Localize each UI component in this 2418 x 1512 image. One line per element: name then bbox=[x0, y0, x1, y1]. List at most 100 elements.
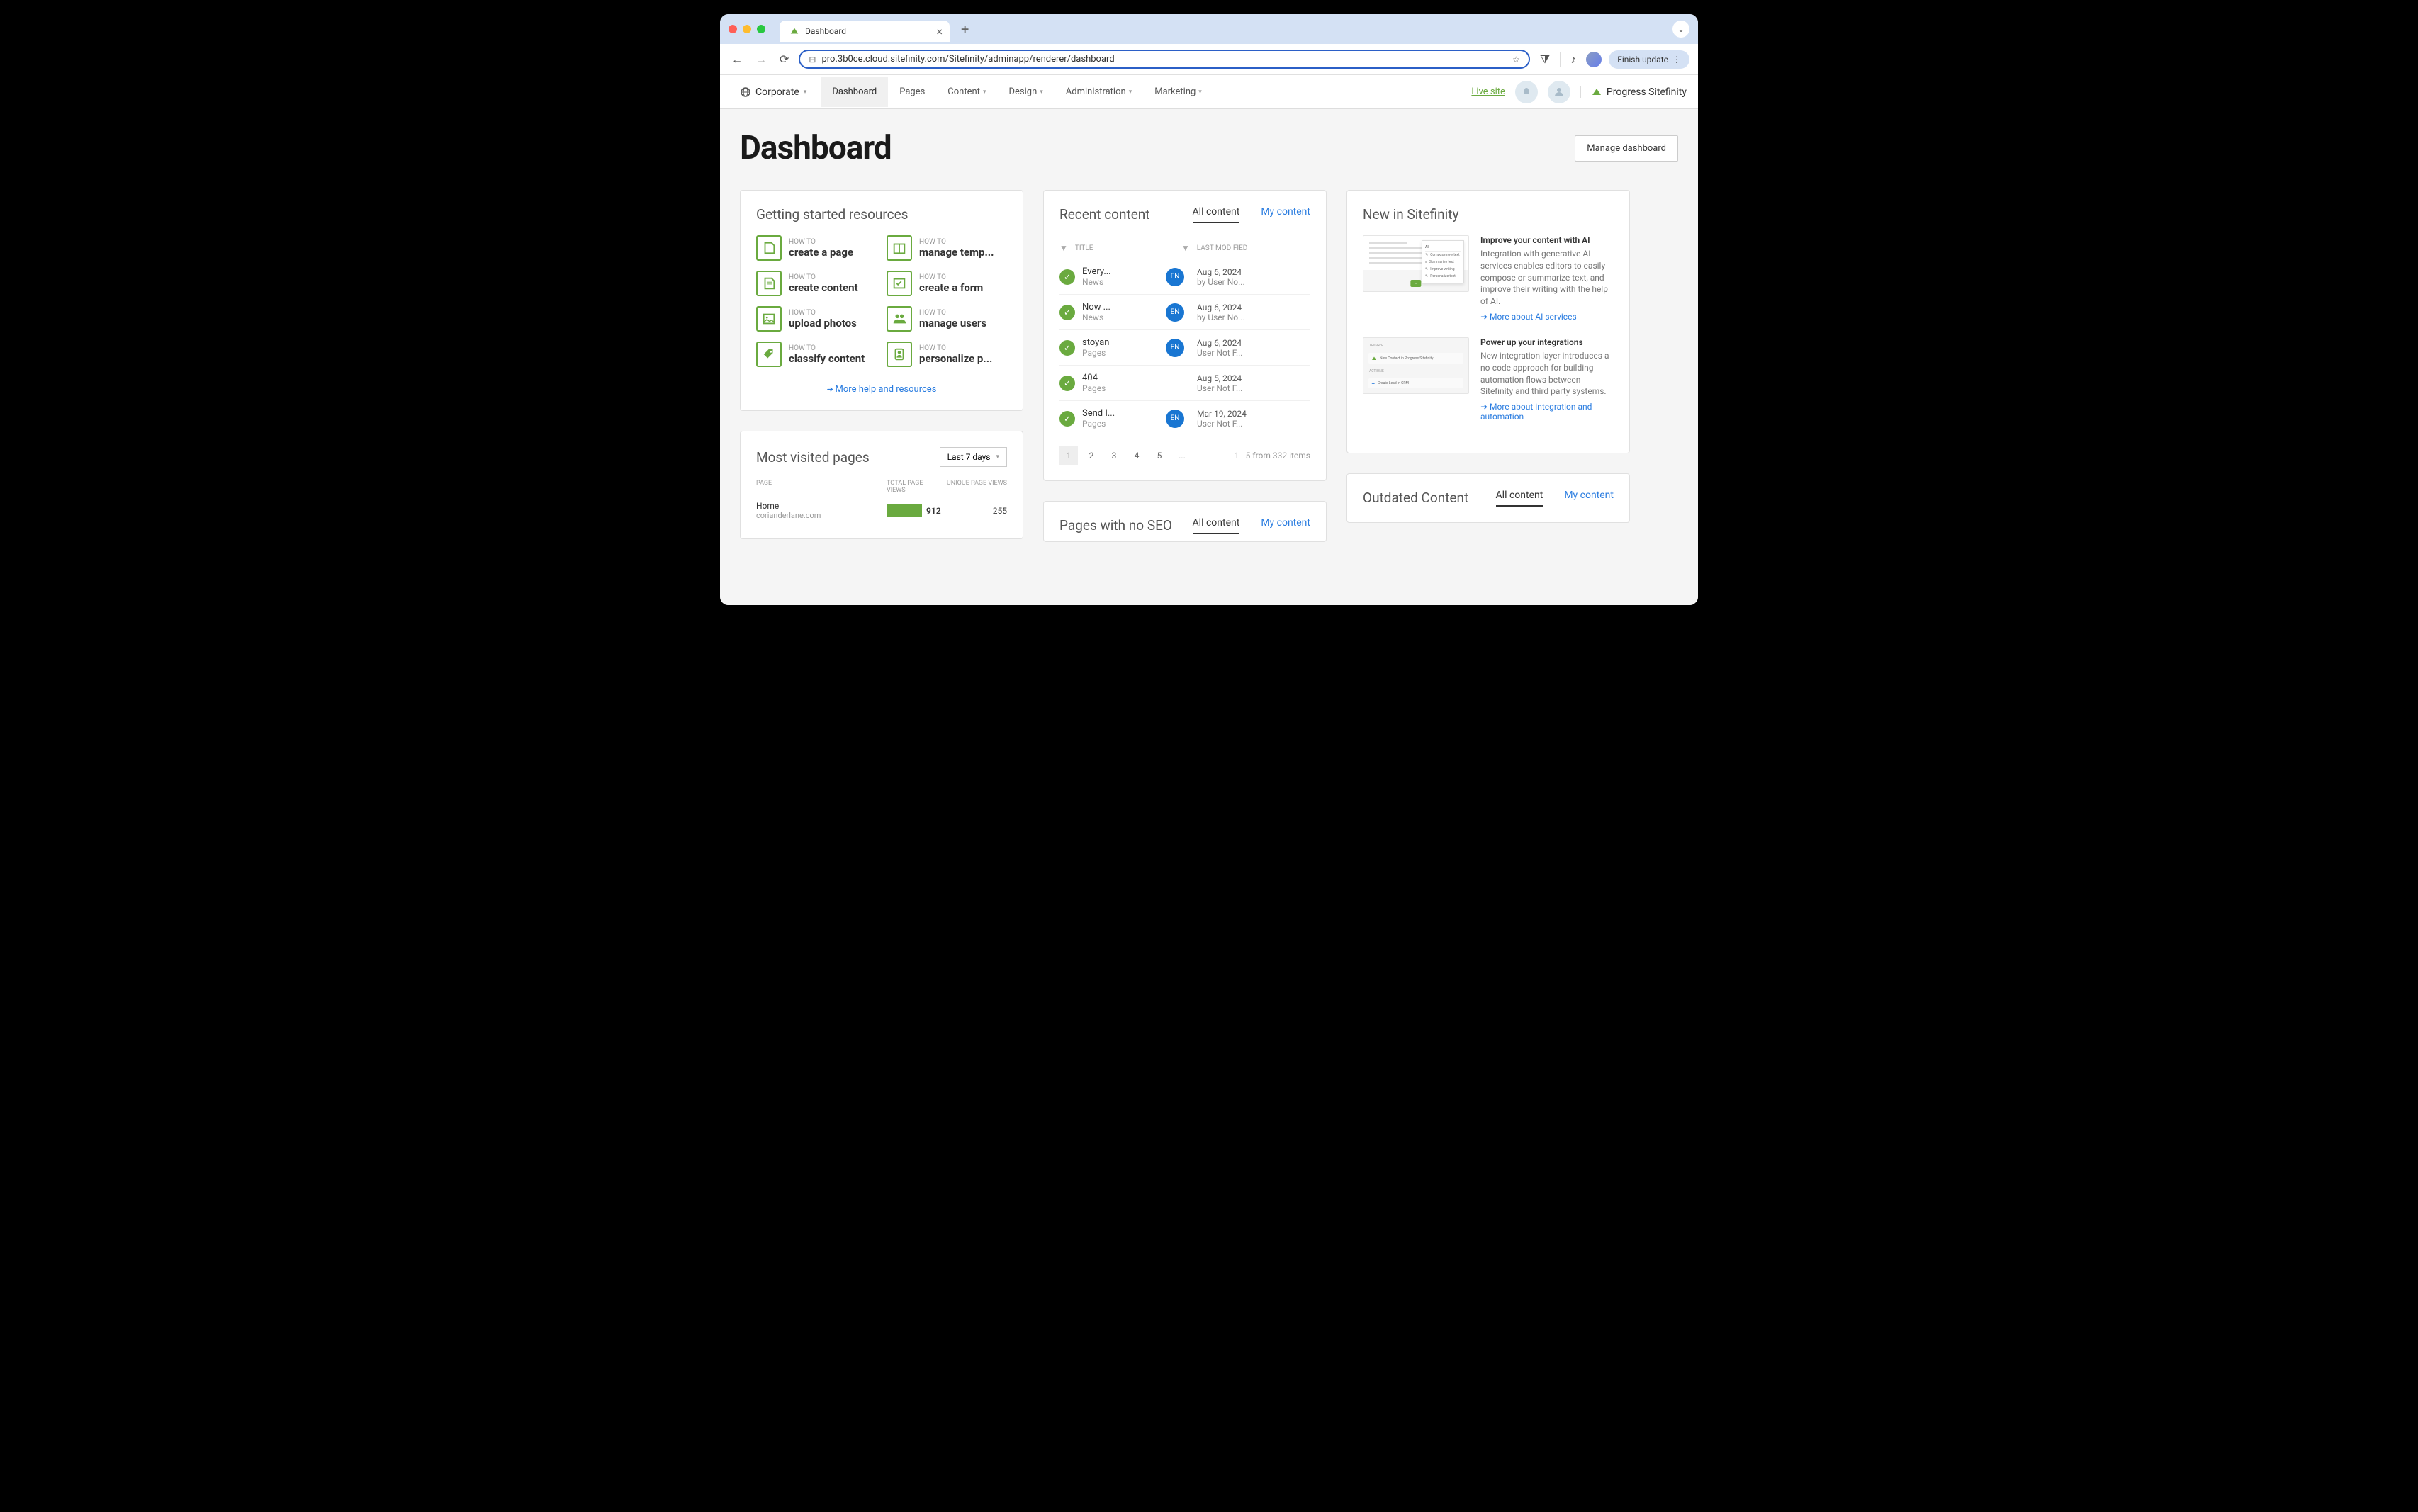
page-2[interactable]: 2 bbox=[1082, 446, 1101, 465]
news-item-ai: AI ✎Compose new text ≡Summarize text ✎Im… bbox=[1363, 235, 1614, 322]
nav-content[interactable]: Content▾ bbox=[936, 77, 997, 107]
chevron-down-icon: ▾ bbox=[983, 89, 986, 96]
new-tab-button[interactable]: + bbox=[961, 21, 969, 38]
getting-started-card: Getting started resources HOW TOcreate a… bbox=[740, 190, 1023, 411]
table-row[interactable]: Homecorianderlane.com912255 bbox=[756, 498, 1007, 523]
site-settings-icon[interactable]: ⊟ bbox=[809, 55, 816, 64]
page-1[interactable]: 1 bbox=[1059, 446, 1078, 465]
col-page: PAGE bbox=[756, 480, 887, 494]
resource-icon bbox=[756, 235, 782, 261]
table-row[interactable]: ✓404PagesAug 5, 2024User Not F... bbox=[1059, 366, 1310, 401]
tab-my-content[interactable]: My content bbox=[1564, 490, 1614, 507]
manage-dashboard-button[interactable]: Manage dashboard bbox=[1575, 135, 1678, 162]
lang-badge: EN bbox=[1166, 410, 1184, 428]
close-tab-icon[interactable]: × bbox=[936, 25, 943, 38]
browser-titlebar: Dashboard × + ⌄ bbox=[720, 14, 1698, 44]
page-...[interactable]: ... bbox=[1173, 446, 1191, 465]
news-item-integrations: TRIGGER New Contact in Progress Sitefini… bbox=[1363, 337, 1614, 422]
resource-item[interactable]: HOW TOcreate a page bbox=[756, 235, 877, 261]
tab-my-content[interactable]: My content bbox=[1261, 206, 1310, 223]
chevron-down-icon: ▾ bbox=[996, 453, 999, 461]
chevron-down-icon: ▾ bbox=[1198, 89, 1202, 96]
card-title: Getting started resources bbox=[756, 206, 1007, 222]
media-icon[interactable]: ♪ bbox=[1568, 50, 1579, 69]
resource-icon bbox=[887, 271, 912, 296]
page-5[interactable]: 5 bbox=[1150, 446, 1169, 465]
resource-item[interactable]: HOW TOupload photos bbox=[756, 306, 877, 332]
resource-item[interactable]: HOW TOcreate content bbox=[756, 271, 877, 296]
check-icon: ✓ bbox=[1059, 305, 1075, 320]
more-help-link[interactable]: More help and resources bbox=[756, 384, 1007, 395]
bookmark-icon[interactable]: ☆ bbox=[1512, 55, 1520, 64]
card-title: Pages with no SEO bbox=[1059, 517, 1172, 534]
seo-card: Pages with no SEO All content My content bbox=[1043, 501, 1327, 542]
resource-item[interactable]: HOW TOclassify content bbox=[756, 342, 877, 367]
live-site-link[interactable]: Live site bbox=[1471, 86, 1505, 97]
browser-tab[interactable]: Dashboard × bbox=[780, 21, 950, 42]
tab-all-content[interactable]: All content bbox=[1496, 490, 1543, 507]
chevron-down-icon: ▾ bbox=[1040, 89, 1043, 96]
check-icon: ✓ bbox=[1059, 376, 1075, 391]
pager-info: 1 - 5 from 332 items bbox=[1235, 451, 1310, 461]
table-row[interactable]: ✓stoyanPagesENAug 6, 2024User Not F... bbox=[1059, 330, 1310, 366]
card-title: New in Sitefinity bbox=[1363, 206, 1614, 222]
resource-item[interactable]: HOW TOpersonalize p... bbox=[887, 342, 1007, 367]
chevron-down-icon: ▾ bbox=[804, 89, 807, 96]
resource-icon bbox=[756, 271, 782, 296]
bar-chart-bar bbox=[887, 504, 922, 517]
app-header: Corporate ▾ DashboardPagesContent▾Design… bbox=[720, 75, 1698, 109]
ai-thumbnail: AI ✎Compose new text ≡Summarize text ✎Im… bbox=[1363, 235, 1469, 292]
lang-badge: EN bbox=[1166, 268, 1184, 286]
integration-thumbnail: TRIGGER New Contact in Progress Sitefini… bbox=[1363, 337, 1469, 394]
table-row[interactable]: ✓Send I...PagesENMar 19, 2024User Not F.… bbox=[1059, 401, 1310, 436]
resource-item[interactable]: HOW TOmanage users bbox=[887, 306, 1007, 332]
table-row[interactable]: ✓Now ...NewsENAug 6, 2024by User No... bbox=[1059, 295, 1310, 330]
page-title: Dashboard bbox=[740, 129, 892, 167]
lang-badge: EN bbox=[1166, 339, 1184, 357]
resource-item[interactable]: HOW TOcreate a form bbox=[887, 271, 1007, 296]
news-card: New in Sitefinity AI bbox=[1346, 190, 1630, 453]
content-area: Dashboard Manage dashboard Getting start… bbox=[720, 109, 1698, 605]
nav-dashboard[interactable]: Dashboard bbox=[821, 77, 888, 107]
chevron-down-icon: ▾ bbox=[1129, 89, 1132, 96]
page-3[interactable]: 3 bbox=[1105, 446, 1123, 465]
tab-all-content[interactable]: All content bbox=[1193, 206, 1240, 223]
site-selector[interactable]: Corporate ▾ bbox=[731, 82, 815, 102]
check-icon: ✓ bbox=[1059, 411, 1075, 427]
back-button[interactable]: ← bbox=[729, 50, 746, 69]
tab-all-content[interactable]: All content bbox=[1193, 517, 1240, 534]
user-icon[interactable] bbox=[1548, 81, 1570, 103]
nav-pages[interactable]: Pages bbox=[888, 77, 936, 107]
profile-avatar[interactable] bbox=[1586, 52, 1602, 67]
resource-icon bbox=[887, 306, 912, 332]
address-bar[interactable]: ⊟ pro.3b0ce.cloud.sitefinity.com/Sitefin… bbox=[799, 50, 1530, 69]
news-desc: Integration with generative AI services … bbox=[1480, 248, 1614, 308]
tabs-chevron-icon[interactable]: ⌄ bbox=[1672, 21, 1689, 38]
news-link[interactable]: ➜ More about integration and automation bbox=[1480, 402, 1614, 422]
nav-marketing[interactable]: Marketing▾ bbox=[1143, 77, 1213, 107]
check-icon: ✓ bbox=[1059, 269, 1075, 285]
page-4[interactable]: 4 bbox=[1128, 446, 1146, 465]
tab-my-content[interactable]: My content bbox=[1261, 517, 1310, 534]
table-row[interactable]: ✓Every...NewsENAug 6, 2024by User No... bbox=[1059, 259, 1310, 295]
news-title: Power up your integrations bbox=[1480, 337, 1614, 347]
news-title: Improve your content with AI bbox=[1480, 235, 1614, 245]
resource-item[interactable]: HOW TOmanage temp... bbox=[887, 235, 1007, 261]
notifications-icon[interactable] bbox=[1515, 81, 1538, 103]
minimize-window-icon[interactable] bbox=[743, 25, 751, 33]
nav-design[interactable]: Design▾ bbox=[997, 77, 1054, 107]
url-text: pro.3b0ce.cloud.sitefinity.com/Sitefinit… bbox=[821, 54, 1507, 64]
extensions-icon[interactable]: ⧩ bbox=[1537, 50, 1553, 69]
forward-button: → bbox=[753, 50, 770, 69]
filter-icon[interactable]: ▼ bbox=[1059, 243, 1068, 253]
globe-icon bbox=[740, 86, 751, 98]
maximize-window-icon[interactable] bbox=[757, 25, 765, 33]
close-window-icon[interactable] bbox=[729, 25, 737, 33]
finish-update-button[interactable]: Finish update ⋮ bbox=[1609, 50, 1689, 69]
reload-button[interactable]: ⟳ bbox=[777, 50, 792, 69]
resource-icon bbox=[756, 342, 782, 367]
period-selector[interactable]: Last 7 days ▾ bbox=[940, 447, 1007, 467]
news-link[interactable]: ➜ More about AI services bbox=[1480, 312, 1577, 322]
nav-administration[interactable]: Administration▾ bbox=[1055, 77, 1143, 107]
filter-icon[interactable]: ▼ bbox=[1181, 243, 1190, 253]
